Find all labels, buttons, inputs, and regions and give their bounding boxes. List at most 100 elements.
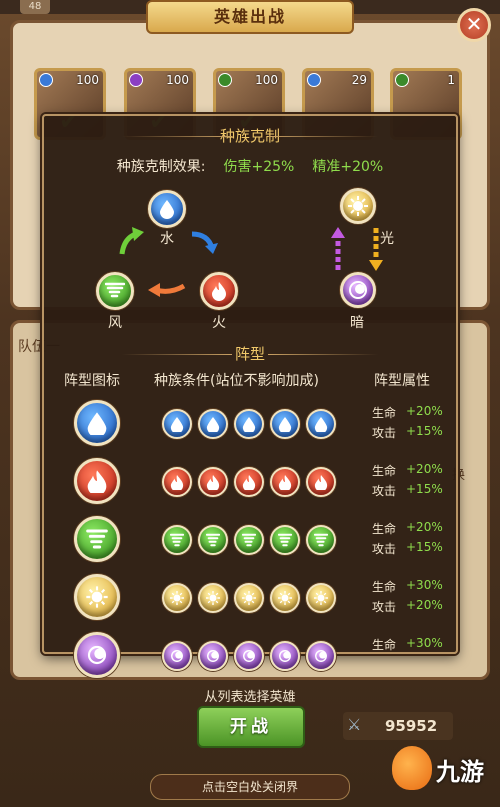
fire-to-wind-arrow-icon: [148, 283, 186, 297]
sword-icon: ⚔: [347, 715, 362, 734]
race-formation-popup: 种族克制 种族克制效果: 伤害+25% 精准+20% 水 火 风 光 暗 阵型 …: [42, 114, 458, 678]
atk-label: 攻击: [372, 600, 397, 614]
race-condition-icon-dark: [306, 641, 336, 671]
race-condition-icon-wind: [234, 525, 264, 555]
race-condition-icon-light: [198, 583, 228, 613]
light-to-dark-arrow-icon: [369, 228, 383, 271]
hp-bonus: +20%: [406, 462, 443, 476]
hp-bonus: +30%: [406, 636, 443, 650]
wind-icon: [170, 533, 184, 547]
race-condition-icon-fire: [234, 467, 264, 497]
formation-icon-water: [74, 400, 120, 446]
power-value: 95952: [385, 717, 438, 735]
race-condition-icon-wind: [306, 525, 336, 555]
light-icon: [206, 591, 220, 605]
race-badge-icon: [307, 73, 321, 87]
race-condition-icon-light: [162, 583, 192, 613]
wind-icon: [206, 533, 220, 547]
race-section-title: 种族克制: [44, 124, 456, 148]
race-badge-icon: [395, 73, 409, 87]
race-badge-icon: [129, 73, 143, 87]
fire-icon: [170, 475, 184, 490]
race-condition-icon-dark: [162, 641, 192, 671]
race-condition-icon-water: [234, 409, 264, 439]
light-icon: [242, 591, 256, 605]
tornado-icon: [105, 282, 125, 298]
formation-section-title: 阵型: [44, 342, 456, 366]
formation-icon-dark: [74, 632, 120, 678]
formation-icon-light: [74, 574, 120, 620]
wind-race-label: 风: [108, 315, 122, 331]
race-condition-icon-wind: [270, 525, 300, 555]
race-condition-icon-light: [270, 583, 300, 613]
fire-icon: [87, 470, 107, 493]
race-condition-icon-dark: [198, 641, 228, 671]
water-icon: [170, 417, 184, 432]
atk-bonus: +15%: [406, 424, 443, 438]
light-icon: [278, 591, 292, 605]
water-race-label: 水: [160, 231, 174, 247]
hp-label: 生命: [372, 464, 397, 478]
brand-name: 九游: [436, 758, 484, 786]
water-icon: [314, 417, 328, 432]
fire-icon: [206, 475, 220, 490]
start-battle-button[interactable]: 开战: [197, 706, 305, 748]
hero-level: 100: [166, 73, 189, 87]
dark-icon: [87, 645, 107, 665]
hero-level: 100: [255, 73, 278, 87]
wind-icon: [278, 533, 292, 547]
atk-bonus: +15%: [406, 482, 443, 496]
race-condition-icon-water: [162, 409, 192, 439]
col-formation-attr: 阵型属性: [374, 373, 430, 389]
race-condition-icon-light: [234, 583, 264, 613]
race-condition-icon-water: [306, 409, 336, 439]
race-condition-icon-wind: [198, 525, 228, 555]
race-condition-icon-fire: [306, 467, 336, 497]
race-badge-icon: [218, 73, 232, 87]
water-race-orb: [148, 190, 186, 228]
dark-icon: [243, 650, 255, 662]
fire-race-orb: [200, 272, 238, 310]
race-condition-icon-dark: [234, 641, 264, 671]
fire-icon: [314, 475, 328, 490]
dark-moon-icon: [349, 281, 367, 299]
race-condition-icon-fire: [270, 467, 300, 497]
wind-race-orb: [96, 272, 134, 310]
player-level: 48: [20, 0, 50, 14]
close-button[interactable]: ✕: [457, 8, 491, 42]
dark-icon: [207, 650, 219, 662]
dark-icon: [279, 650, 291, 662]
effect-damage: 伤害+25%: [223, 159, 295, 175]
dark-icon: [171, 650, 183, 662]
tap-to-close-hint[interactable]: 点击空白处关闭界: [150, 774, 350, 800]
dark-to-light-arrow-icon: [331, 227, 345, 270]
power-display: ⚔ 95952: [343, 712, 453, 740]
fox-logo-icon: [392, 746, 432, 790]
fire-icon: [278, 475, 292, 490]
race-condition-icon-dark: [270, 641, 300, 671]
hp-label: 生命: [372, 406, 397, 420]
light-race-orb: [340, 188, 376, 224]
formation-icon-wind: [74, 516, 120, 562]
race-condition-icon-light: [306, 583, 336, 613]
fire-race-label: 火: [212, 315, 226, 331]
atk-bonus: +20%: [406, 598, 443, 612]
formation-icon-fire: [74, 458, 120, 504]
hp-bonus: +20%: [406, 520, 443, 534]
pick-hero-hint: 从列表选择英雄: [204, 690, 296, 705]
atk-label: 攻击: [372, 542, 397, 556]
hp-bonus: +20%: [406, 404, 443, 418]
col-formation-icon: 阵型图标: [64, 373, 120, 389]
water-drop-icon: [160, 200, 174, 219]
hp-label: 生命: [372, 638, 397, 652]
atk-bonus: +15%: [406, 540, 443, 554]
col-race-condition: 种族条件(站位不影响加成): [154, 373, 319, 389]
hero-level: 29: [351, 73, 367, 87]
race-effect-line: 种族克制效果: 伤害+25% 精准+20%: [44, 156, 456, 176]
race-condition-icon-fire: [162, 467, 192, 497]
water-icon: [242, 417, 256, 432]
hp-bonus: +30%: [406, 578, 443, 592]
water-to-fire-arrow-icon: [191, 231, 218, 254]
dark-race-label: 暗: [350, 315, 364, 331]
wind-icon: [242, 533, 256, 547]
